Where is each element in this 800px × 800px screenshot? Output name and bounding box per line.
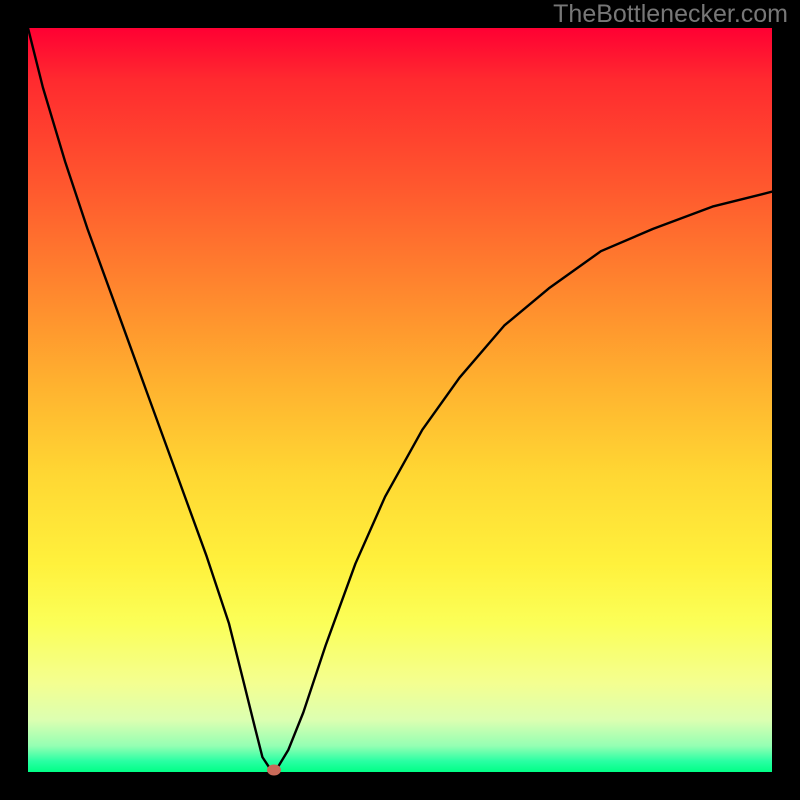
optimum-marker (267, 764, 281, 775)
watermark-text: TheBottlenecker.com (553, 0, 788, 29)
bottleneck-curve (28, 28, 772, 772)
chart-frame: TheBottlenecker.com (0, 0, 800, 800)
